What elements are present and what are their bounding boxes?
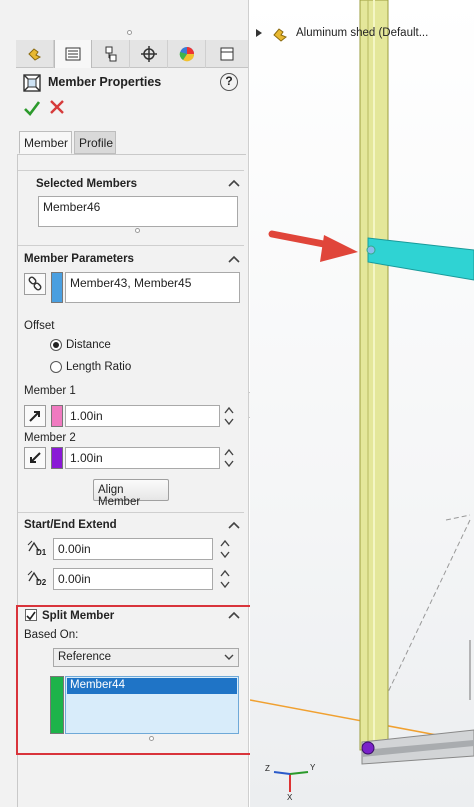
dimxpert-icon [140, 46, 157, 62]
split-member-heading: Split Member [42, 610, 115, 622]
structure-member-icon [23, 74, 41, 92]
model-view[interactable] [250, 0, 474, 807]
triad-x-label: X [287, 793, 293, 802]
d2-tag: D2 [36, 578, 47, 587]
collapse-chevron-icon[interactable] [228, 179, 240, 187]
display-manager-icon [179, 47, 194, 62]
divider [18, 245, 244, 246]
panel-title-row: Member Properties ? [22, 73, 244, 93]
d1-tag: D1 [36, 548, 47, 557]
member1-offset-value[interactable]: 1.00in [70, 409, 103, 423]
graphics-viewport[interactable]: Aluminum shed (Default... Z Y X [250, 0, 474, 807]
end-extend-input[interactable]: 0.00in [53, 568, 213, 590]
chain-link-icon [28, 276, 42, 291]
distance-label[interactable]: Distance [66, 339, 111, 351]
divider [18, 170, 244, 171]
list-item[interactable]: Member44 [67, 678, 237, 694]
list-resize-handle[interactable] [135, 228, 140, 233]
member1-spinner[interactable] [224, 405, 234, 427]
start-extend-icon: D1 [26, 539, 48, 559]
collapse-chevron-icon[interactable] [228, 255, 240, 263]
length-ratio-radio[interactable] [50, 361, 62, 373]
end-extend-icon: D2 [26, 569, 48, 589]
member1-color-swatch [51, 405, 63, 427]
cancel-x-icon[interactable] [50, 100, 64, 114]
end-extend-spinner[interactable] [220, 568, 230, 590]
endpoint-marker [361, 741, 375, 755]
collapse-chevron-icon[interactable] [228, 611, 240, 619]
member-parameters-list[interactable]: Member43, Member45 [65, 272, 240, 303]
member2-label: Member 2 [24, 432, 76, 444]
member-parameters-value[interactable]: Member43, Member45 [70, 276, 191, 290]
link-members-button[interactable] [24, 273, 46, 295]
configuration-manager-icon [105, 46, 116, 62]
callout-arrow-head [320, 235, 358, 262]
member2-direction-button[interactable] [24, 447, 46, 469]
member2-offset-input[interactable]: 1.00in [65, 447, 220, 469]
tab-profile[interactable]: Profile [74, 131, 116, 154]
assembly-name[interactable]: Aluminum shed (Default... [296, 27, 428, 39]
cam-tab[interactable] [206, 40, 248, 68]
split-color-swatch [50, 676, 64, 734]
length-ratio-label[interactable]: Length Ratio [66, 361, 131, 373]
member2-offset-value[interactable]: 1.00in [70, 451, 103, 465]
split-reference-list[interactable]: Member44 [65, 676, 239, 734]
start-end-extend-heading: Start/End Extend [24, 519, 117, 531]
dimxpert-tab[interactable] [130, 40, 168, 68]
based-on-dropdown[interactable]: Reference [53, 648, 239, 667]
triad-y-label: Y [310, 763, 316, 772]
selected-members-list[interactable]: Member46 [38, 196, 238, 227]
sketch-line [445, 514, 471, 521]
based-on-value[interactable]: Reference [58, 651, 111, 663]
based-on-label: Based On: [24, 629, 79, 641]
feature-manager-icon [27, 48, 41, 61]
property-manager-tab[interactable] [54, 40, 92, 68]
coordinate-triad: Z Y X [264, 760, 320, 804]
start-extend-value[interactable]: 0.00in [58, 542, 91, 556]
chevron-down-icon [224, 654, 234, 660]
selected-member-item[interactable]: Member46 [43, 200, 100, 214]
offset-label: Offset [24, 320, 55, 332]
member2-color-swatch [51, 447, 63, 469]
tab-member[interactable]: Member [19, 131, 72, 154]
assembly-icon [273, 28, 287, 42]
ok-checkmark-icon[interactable] [24, 100, 40, 116]
member-parameters-heading: Member Parameters [24, 253, 134, 265]
selected-members-heading: Selected Members [36, 178, 137, 190]
start-extend-input[interactable]: 0.00in [53, 538, 213, 560]
panel-resize-handle[interactable] [127, 30, 132, 35]
split-member-checkbox[interactable] [25, 609, 37, 621]
member-params-color-swatch [51, 272, 63, 303]
collapse-chevron-icon[interactable] [228, 521, 240, 529]
list-resize-handle[interactable] [149, 736, 154, 741]
property-manager-panel: Member Properties ? Member Profile Selec… [0, 0, 256, 807]
member1-offset-input[interactable]: 1.00in [65, 405, 220, 427]
triad-z-label: Z [265, 764, 270, 773]
distance-radio[interactable] [50, 339, 62, 351]
direction-arrow-icon [30, 452, 41, 463]
checkmark-icon [26, 611, 36, 621]
align-member-button[interactable]: Align Member [93, 479, 169, 508]
property-manager-icon [65, 47, 81, 61]
member2-spinner[interactable] [224, 447, 234, 469]
contact-point [366, 245, 376, 255]
page-title: Member Properties [48, 75, 162, 89]
divider [18, 512, 244, 513]
feature-manager-tab[interactable] [16, 40, 54, 68]
start-extend-spinner[interactable] [220, 538, 230, 560]
help-button[interactable]: ? [220, 73, 238, 91]
expand-triangle-icon[interactable] [256, 29, 262, 37]
member1-direction-button[interactable] [24, 405, 46, 427]
cam-icon [220, 47, 234, 61]
manager-tabs [16, 40, 248, 68]
end-extend-value[interactable]: 0.00in [58, 572, 91, 586]
display-manager-tab[interactable] [168, 40, 206, 68]
direction-arrow-icon [29, 411, 40, 422]
member1-label: Member 1 [24, 385, 76, 397]
configuration-manager-tab[interactable] [92, 40, 130, 68]
